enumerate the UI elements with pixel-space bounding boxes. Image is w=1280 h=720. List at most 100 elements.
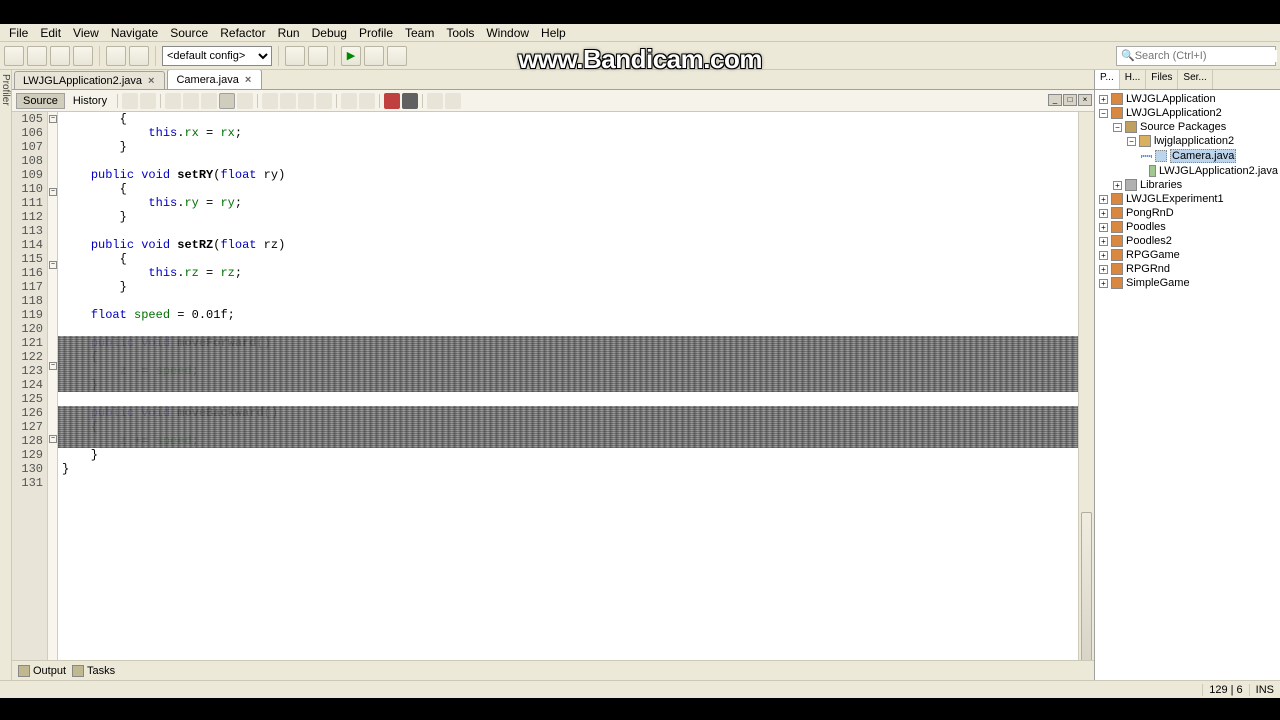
- menu-debug[interactable]: Debug: [307, 25, 352, 41]
- undo-button[interactable]: [106, 46, 126, 66]
- code-line[interactable]: }: [62, 140, 1074, 154]
- uncomment-button[interactable]: [359, 93, 375, 109]
- tree-item[interactable]: +PongRnD: [1097, 206, 1278, 220]
- code-line[interactable]: [62, 476, 1074, 490]
- tab-close-icon[interactable]: ×: [146, 75, 156, 87]
- tree-expander[interactable]: +: [1113, 181, 1122, 190]
- tree-expander[interactable]: −: [1113, 123, 1122, 132]
- code-line[interactable]: }: [62, 210, 1074, 224]
- toggle-bookmark-button[interactable]: [237, 93, 253, 109]
- code-line[interactable]: [62, 224, 1074, 238]
- editor-tab[interactable]: Camera.java×: [167, 69, 262, 89]
- menu-refactor[interactable]: Refactor: [215, 25, 270, 41]
- menu-help[interactable]: Help: [536, 25, 571, 41]
- record-macro-button[interactable]: [384, 93, 400, 109]
- tree-expander[interactable]: +: [1099, 195, 1108, 204]
- nav-forward-button[interactable]: [140, 93, 156, 109]
- stop-macro-button[interactable]: [402, 93, 418, 109]
- code-line[interactable]: this.rz = rz;: [62, 266, 1074, 280]
- search-input[interactable]: [1135, 50, 1277, 62]
- tree-item[interactable]: +SimpleGame: [1097, 276, 1278, 290]
- tree-expander[interactable]: +: [1099, 265, 1108, 274]
- menu-source[interactable]: Source: [165, 25, 213, 41]
- find-button[interactable]: [165, 93, 181, 109]
- tree-item[interactable]: −LWJGLApplication2: [1097, 106, 1278, 120]
- tree-expander[interactable]: +: [1099, 279, 1108, 288]
- search-box[interactable]: 🔍: [1116, 46, 1276, 66]
- right-tab[interactable]: Ser...: [1178, 70, 1212, 89]
- new-file-button[interactable]: [4, 46, 24, 66]
- code-line[interactable]: this.rx = rx;: [62, 126, 1074, 140]
- shift-right-button[interactable]: [316, 93, 332, 109]
- vertical-scrollbar[interactable]: [1078, 112, 1094, 660]
- code-line[interactable]: }: [62, 462, 1074, 476]
- menu-tools[interactable]: Tools: [441, 25, 479, 41]
- run-macro-button[interactable]: [427, 93, 443, 109]
- menu-run[interactable]: Run: [273, 25, 305, 41]
- editor-window-controls[interactable]: _ □ ×: [1048, 94, 1092, 106]
- right-tab[interactable]: Files: [1146, 70, 1178, 89]
- nav-back-button[interactable]: [122, 93, 138, 109]
- tree-expander[interactable]: +: [1099, 251, 1108, 260]
- menu-team[interactable]: Team: [400, 25, 439, 41]
- code-line[interactable]: {: [62, 182, 1074, 196]
- tree-expander[interactable]: +: [1099, 237, 1108, 246]
- find-next-button[interactable]: [201, 93, 217, 109]
- build-button[interactable]: [285, 46, 305, 66]
- tree-expander[interactable]: +: [1099, 223, 1108, 232]
- code-line[interactable]: }: [62, 448, 1074, 462]
- code-line[interactable]: [62, 392, 1074, 406]
- code-line[interactable]: public void setRZ(float rz): [62, 238, 1074, 252]
- menu-profile[interactable]: Profile: [354, 25, 398, 41]
- toggle-highlight-button[interactable]: [219, 93, 235, 109]
- redo-button[interactable]: [129, 46, 149, 66]
- save-all-button[interactable]: [73, 46, 93, 66]
- tree-expander[interactable]: +: [1099, 209, 1108, 218]
- history-view-tab[interactable]: History: [67, 94, 113, 108]
- tree-expander[interactable]: −: [1127, 137, 1136, 146]
- tree-expander[interactable]: −: [1099, 109, 1108, 118]
- source-view-tab[interactable]: Source: [16, 93, 65, 109]
- find-prev-button[interactable]: [183, 93, 199, 109]
- open-project-button[interactable]: [50, 46, 70, 66]
- tree-item[interactable]: +Poodles: [1097, 220, 1278, 234]
- code-line[interactable]: [62, 322, 1074, 336]
- profile-button[interactable]: [387, 46, 407, 66]
- editor-tab[interactable]: LWJGLApplication2.java×: [14, 71, 165, 89]
- right-tab[interactable]: H...: [1120, 70, 1147, 89]
- code-editor[interactable]: 1051061071081091101111121131141151161171…: [12, 112, 1094, 660]
- fold-strip[interactable]: −−−−−: [48, 112, 58, 660]
- menu-edit[interactable]: Edit: [35, 25, 66, 41]
- validate-button[interactable]: [445, 93, 461, 109]
- tree-item[interactable]: +LWJGLExperiment1: [1097, 192, 1278, 206]
- restore-icon[interactable]: □: [1063, 94, 1077, 106]
- config-dropdown[interactable]: <default config>: [162, 46, 272, 66]
- profiler-rail[interactable]: Profiler: [0, 70, 12, 680]
- run-button[interactable]: ▶: [341, 46, 361, 66]
- clean-build-button[interactable]: [308, 46, 328, 66]
- code-line[interactable]: }: [62, 280, 1074, 294]
- prev-bookmark-button[interactable]: [262, 93, 278, 109]
- menu-navigate[interactable]: Navigate: [106, 25, 163, 41]
- tree-item[interactable]: +RPGRnd: [1097, 262, 1278, 276]
- code-line[interactable]: [62, 154, 1074, 168]
- code-line[interactable]: {: [62, 252, 1074, 266]
- menu-file[interactable]: File: [4, 25, 33, 41]
- comment-button[interactable]: [341, 93, 357, 109]
- tree-item[interactable]: +Poodles2: [1097, 234, 1278, 248]
- tree-item[interactable]: +Libraries: [1097, 178, 1278, 192]
- bottom-tab-output[interactable]: Output: [18, 665, 66, 677]
- minimize-icon[interactable]: _: [1048, 94, 1062, 106]
- menu-view[interactable]: View: [68, 25, 104, 41]
- tree-item[interactable]: +LWJGLApplication: [1097, 92, 1278, 106]
- bottom-tab-tasks[interactable]: Tasks: [72, 665, 115, 677]
- code-line[interactable]: public void setRY(float ry): [62, 168, 1074, 182]
- tree-expander[interactable]: +: [1099, 95, 1108, 104]
- shift-left-button[interactable]: [298, 93, 314, 109]
- tree-item[interactable]: Camera.java: [1097, 148, 1278, 164]
- tab-close-icon[interactable]: ×: [243, 74, 253, 86]
- close-icon[interactable]: ×: [1078, 94, 1092, 106]
- menu-window[interactable]: Window: [481, 25, 534, 41]
- code-line[interactable]: [62, 294, 1074, 308]
- next-bookmark-button[interactable]: [280, 93, 296, 109]
